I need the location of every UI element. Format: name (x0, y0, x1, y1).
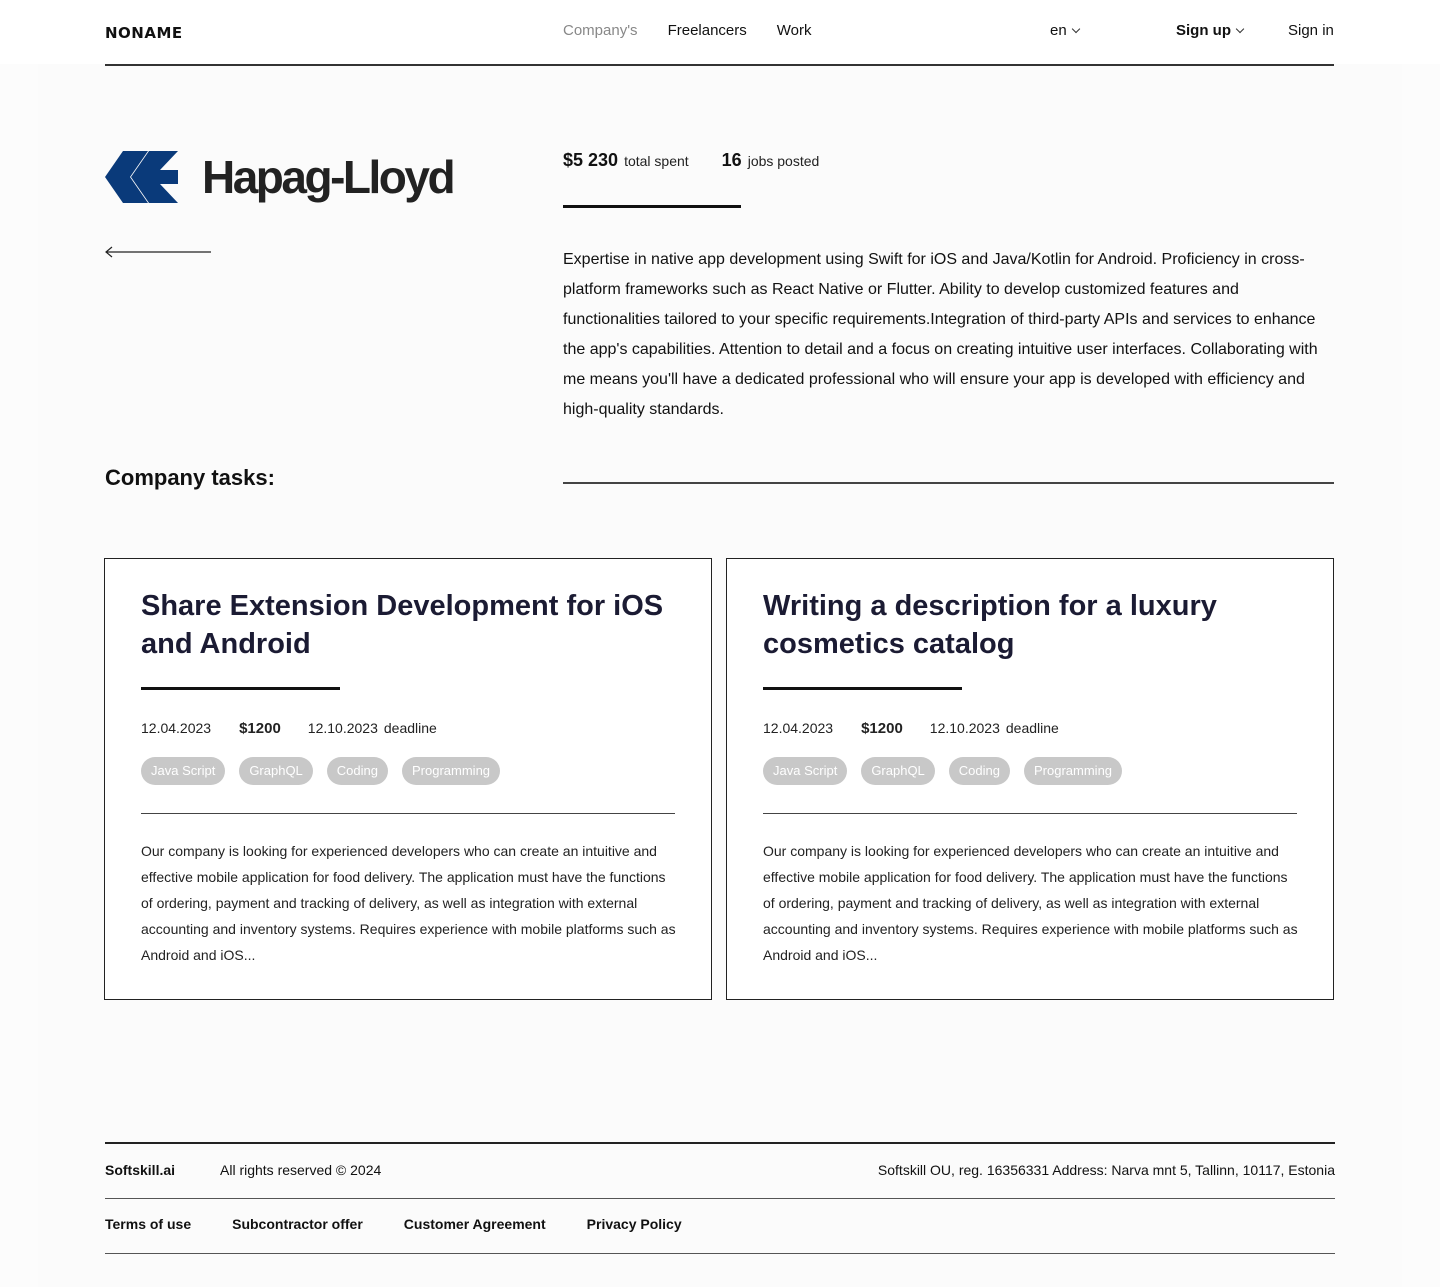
footer-brand[interactable]: Softskill.ai (105, 1162, 175, 1178)
stats-underline (563, 205, 741, 208)
sign-up-button[interactable]: Sign up (1176, 22, 1245, 39)
task-title[interactable]: Share Extension Development for iOS and … (141, 587, 681, 663)
task-date: 12.04.2023 (763, 720, 834, 736)
back-arrow-icon[interactable] (105, 245, 211, 259)
task-date: 12.04.2023 (141, 720, 212, 736)
footer-links: Terms of use Subcontractor offer Custome… (105, 1216, 682, 1232)
footer-link-privacy-policy[interactable]: Privacy Policy (587, 1216, 682, 1232)
task-title-underline (141, 687, 340, 690)
site-header: NONAME Company's Freelancers Work en Sig… (0, 0, 1440, 64)
nav-item-work[interactable]: Work (777, 22, 812, 39)
task-tags: Java Script GraphQL Coding Programming (141, 757, 501, 785)
task-deadline-date: 12.10.2023 (307, 720, 378, 736)
task-description: Our company is looking for experienced d… (763, 843, 1298, 963)
footer-divider (105, 1253, 1335, 1254)
sign-up-label: Sign up (1176, 22, 1231, 39)
task-meta: 12.04.2023 $1200 12.10.2023 deadline (141, 720, 437, 737)
language-label: en (1050, 22, 1067, 39)
footer-link-customer-agreement[interactable]: Customer Agreement (404, 1216, 546, 1232)
footer-divider (105, 1142, 1335, 1144)
company-logo: Hapag-Lloyd (105, 150, 456, 204)
task-price: $1200 (239, 720, 281, 737)
tasks-heading: Company tasks: (105, 465, 275, 490)
main-nav: Company's Freelancers Work (563, 22, 812, 39)
company-name: Hapag-Lloyd (202, 151, 456, 203)
total-spent-label: total spent (624, 153, 689, 169)
chevron-down-icon (1071, 24, 1080, 33)
task-tags: Java Script GraphQL Coding Programming (763, 757, 1123, 785)
tag-programming[interactable]: Programming (1024, 757, 1123, 785)
task-price: $1200 (861, 720, 903, 737)
company-stats: $5 230 total spent 16 jobs posted (563, 150, 819, 171)
company-description: Expertise in native app development usin… (563, 251, 1318, 418)
task-title-underline (763, 687, 962, 690)
task-deadline-label: deadline (1005, 720, 1059, 736)
footer-divider (105, 1198, 1335, 1199)
language-selector[interactable]: en (1050, 22, 1080, 39)
hapag-lloyd-logo-icon (105, 151, 178, 203)
chevron-down-icon (1235, 24, 1245, 33)
tag-coding[interactable]: Coding (948, 757, 1010, 785)
tag-graphql[interactable]: GraphQL (239, 757, 313, 785)
task-description: Our company is looking for experienced d… (141, 843, 676, 963)
footer-link-subcontractor-offer[interactable]: Subcontractor offer (232, 1216, 363, 1232)
sign-in-link[interactable]: Sign in (1288, 22, 1334, 39)
nav-item-freelancers[interactable]: Freelancers (668, 22, 747, 39)
tasks-divider (563, 482, 1334, 484)
site-logo[interactable]: NONAME (105, 24, 183, 42)
task-deadline-label: deadline (383, 720, 437, 736)
task-card[interactable]: Writing a description for a luxury cosme… (726, 558, 1334, 1000)
task-divider (141, 813, 675, 814)
jobs-posted-label: jobs posted (747, 153, 820, 169)
tag-coding[interactable]: Coding (326, 757, 388, 785)
header-divider (105, 64, 1334, 66)
total-spent-value: $5 230 (563, 150, 619, 170)
task-divider (763, 813, 1297, 814)
task-card[interactable]: Share Extension Development for iOS and … (104, 558, 712, 1000)
tag-java-script[interactable]: Java Script (763, 757, 848, 785)
tag-graphql[interactable]: GraphQL (861, 757, 935, 785)
task-meta: 12.04.2023 $1200 12.10.2023 deadline (763, 720, 1059, 737)
nav-item-companys[interactable]: Company's (563, 22, 638, 39)
task-title[interactable]: Writing a description for a luxury cosme… (763, 587, 1303, 663)
footer-link-terms[interactable]: Terms of use (105, 1216, 191, 1232)
footer-copyright: All rights reserved © 2024 (220, 1162, 382, 1178)
task-deadline-date: 12.10.2023 (929, 720, 1000, 736)
jobs-posted-value: 16 (721, 150, 742, 170)
footer-address: Softskill OU, reg. 16356331 Address: Nar… (877, 1162, 1335, 1178)
tag-java-script[interactable]: Java Script (141, 757, 226, 785)
tag-programming[interactable]: Programming (402, 757, 501, 785)
